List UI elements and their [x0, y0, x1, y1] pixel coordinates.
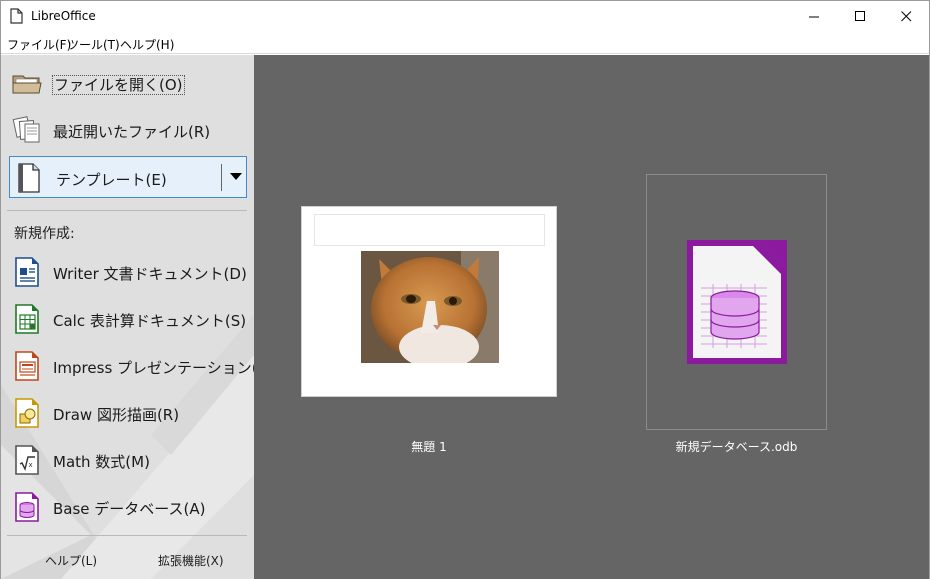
maximize-icon [854, 11, 865, 21]
folder-open-icon [12, 75, 42, 94]
templates-dropdown-button[interactable] [226, 165, 246, 189]
create-writer-label: Writer 文書ドキュメント(D) [53, 265, 247, 283]
recent-database-name[interactable]: 新規データベース.odb [646, 438, 827, 455]
create-math-label: Math 数式(M) [53, 453, 150, 471]
recent-files-label: 最近開いたファイル(R) [53, 123, 211, 141]
sidebar-separator [7, 210, 247, 211]
create-impress-button[interactable]: Impress プレゼンテーション(P) [7, 345, 254, 387]
recent-document-thumbnail[interactable] [301, 206, 557, 397]
title-bar[interactable]: LibreOffice [1, 1, 929, 32]
svg-text:x: x [29, 461, 33, 469]
libreoffice-app-icon [10, 8, 23, 24]
template-icon [18, 163, 40, 193]
help-button[interactable]: ヘルプ(L) [45, 552, 97, 569]
extensions-button[interactable]: 拡張機能(X) [158, 552, 224, 569]
open-file-button[interactable]: ファイルを開く(O) [7, 62, 247, 104]
menu-file[interactable]: ファイル(F) [7, 36, 71, 53]
create-math-button[interactable]: x Math 数式(M) [7, 439, 247, 481]
close-icon [900, 11, 911, 22]
create-draw-button[interactable]: Draw 図形描画(R) [7, 392, 247, 434]
open-file-label: ファイルを開く(O) [52, 75, 185, 95]
libreoffice-start-center-window: LibreOffice ファイル(F) ツール(T) ヘルプ(H) ファイルを開… [0, 0, 930, 579]
cat-photo-image [361, 251, 499, 363]
base-icon [15, 492, 39, 522]
recent-database-thumbnail[interactable] [646, 174, 827, 430]
draw-icon [15, 398, 39, 428]
close-button[interactable] [883, 1, 929, 32]
menu-tools[interactable]: ツール(T) [67, 36, 120, 53]
create-writer-button[interactable]: Writer 文書ドキュメント(D) [7, 251, 247, 293]
recent-files-button[interactable]: 最近開いたファイル(R) [7, 109, 247, 151]
minimize-icon [808, 16, 819, 18]
menu-help[interactable]: ヘルプ(H) [120, 36, 174, 53]
window-title: LibreOffice [31, 9, 96, 23]
create-impress-label: Impress プレゼンテーション(P) [53, 359, 254, 377]
create-draw-label: Draw 図形描画(R) [53, 406, 180, 424]
minimize-button[interactable] [791, 1, 837, 32]
sidebar-bottom-separator [7, 535, 247, 536]
recent-documents-area: 無題 1 新規データベース.odb [254, 55, 929, 579]
create-new-heading: 新規作成: [14, 226, 75, 242]
recent-document-name[interactable]: 無題 1 [301, 438, 557, 455]
base-database-icon [687, 240, 787, 364]
create-calc-button[interactable]: Calc 表計算ドキュメント(S) [7, 298, 247, 340]
templates-button[interactable]: テンプレート(E) [9, 156, 247, 198]
impress-icon [15, 351, 39, 381]
math-icon: x [15, 445, 39, 475]
menu-bar: ファイル(F) ツール(T) ヘルプ(H) [1, 32, 929, 54]
create-base-button[interactable]: Base データベース(A) [7, 486, 247, 528]
split-button-divider [221, 164, 222, 191]
create-calc-label: Calc 表計算ドキュメント(S) [53, 312, 247, 330]
templates-label: テンプレート(E) [56, 171, 167, 189]
recent-documents-icon [12, 116, 40, 143]
document-header-placeholder [314, 214, 545, 246]
start-center-sidebar: ファイルを開く(O) 最近開いたファイル(R) テンプレート(E) 新規作成: … [1, 55, 254, 579]
create-base-label: Base データベース(A) [53, 500, 206, 518]
calc-icon [15, 304, 39, 334]
maximize-button[interactable] [837, 1, 883, 32]
dropdown-arrow-icon [230, 173, 242, 180]
writer-icon [15, 257, 39, 287]
